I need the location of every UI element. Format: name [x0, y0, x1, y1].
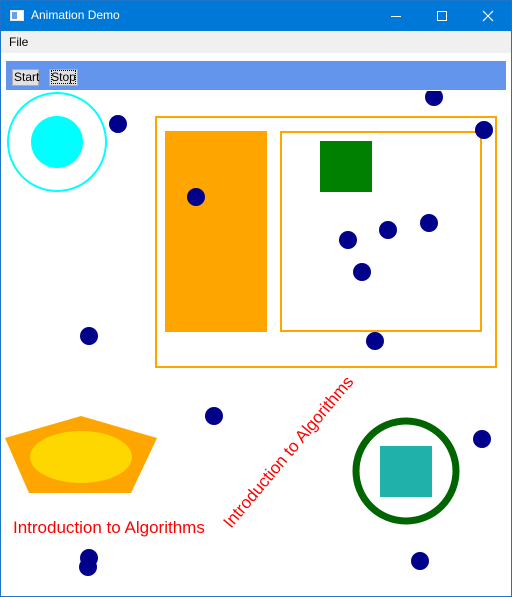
app-window-icon — [10, 10, 24, 21]
start-button[interactable]: Start — [12, 69, 39, 86]
teal-square — [380, 446, 432, 497]
ball — [425, 91, 443, 106]
ball — [79, 558, 97, 576]
ball — [353, 263, 371, 281]
app-window: Animation Demo File Start Stop Introduct… — [0, 0, 512, 597]
horizontal-caption: Introduction to Algorithms — [13, 518, 205, 537]
ball — [205, 407, 223, 425]
stop-button[interactable]: Stop — [49, 69, 78, 86]
stop-button-label: Stop — [51, 70, 76, 84]
toolbar: Start Stop — [6, 61, 506, 90]
maximize-icon — [437, 11, 447, 21]
menu-bar: File — [1, 31, 511, 53]
close-icon — [482, 10, 494, 22]
window-title: Animation Demo — [31, 8, 120, 22]
ball — [475, 121, 493, 139]
ball — [80, 327, 98, 345]
cyan-circle — [31, 116, 83, 168]
rotated-caption: Introduction to Algorithms — [220, 372, 358, 531]
close-button[interactable] — [465, 1, 511, 31]
minimize-icon — [391, 16, 401, 17]
orange-rectangle — [165, 131, 267, 332]
ball — [339, 231, 357, 249]
maximize-button[interactable] — [419, 1, 465, 31]
green-square — [320, 141, 372, 192]
minimize-button[interactable] — [373, 1, 419, 31]
ball — [187, 188, 205, 206]
ball — [473, 430, 491, 448]
ball — [379, 221, 397, 239]
menu-item-file[interactable]: File — [9, 35, 28, 49]
gold-ellipse — [30, 431, 132, 483]
ball — [366, 332, 384, 350]
ball — [411, 552, 429, 570]
ball — [420, 214, 438, 232]
animation-canvas[interactable]: Introduction to Algorithms Introduction … — [1, 91, 511, 596]
ball — [109, 115, 127, 133]
title-bar[interactable]: Animation Demo — [1, 1, 511, 31]
